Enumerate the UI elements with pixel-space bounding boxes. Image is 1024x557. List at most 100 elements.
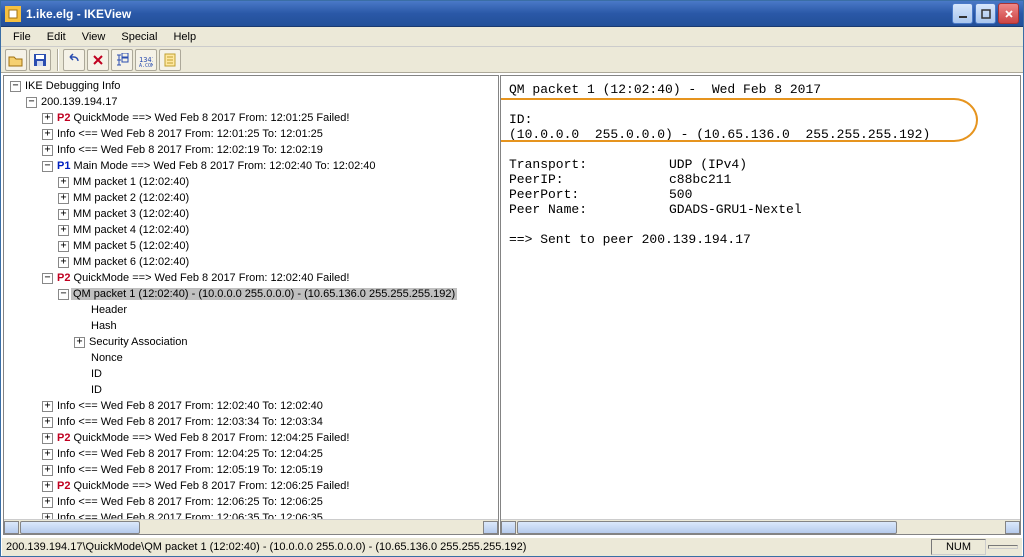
scroll-thumb[interactable] — [20, 521, 140, 534]
tree-item[interactable]: +MM packet 3 (12:02:40) — [6, 206, 496, 222]
scroll-right-icon[interactable] — [483, 521, 498, 534]
tree-item[interactable]: Header — [6, 302, 496, 318]
detail-id-value: (10.0.0.0 255.0.0.0) - (10.65.136.0 255.… — [509, 127, 930, 142]
expand-icon[interactable]: + — [42, 481, 53, 492]
tree-item-label: P2 QuickMode ==> Wed Feb 8 2017 From: 12… — [55, 272, 351, 284]
window-title: 1.ike.elg - IKEView — [26, 7, 950, 21]
tree-item-label: Info <== Wed Feb 8 2017 From: 12:04:25 T… — [55, 448, 325, 460]
tree-item-label: QM packet 1 (12:02:40) - (10.0.0.0 255.0… — [71, 288, 457, 300]
notes-button[interactable] — [159, 49, 181, 71]
status-path: 200.139.194.17\QuickMode\QM packet 1 (12… — [6, 541, 929, 553]
expand-icon[interactable]: + — [58, 193, 69, 204]
tree-item-label: MM packet 3 (12:02:40) — [71, 208, 191, 220]
tree-item-label: MM packet 6 (12:02:40) — [71, 256, 191, 268]
expand-icon[interactable]: + — [42, 113, 53, 124]
tree-item-label: P2 QuickMode ==> Wed Feb 8 2017 From: 12… — [55, 112, 351, 124]
menu-edit[interactable]: Edit — [39, 29, 74, 45]
tree-item-label: P2 QuickMode ==> Wed Feb 8 2017 From: 12… — [55, 480, 351, 492]
tree-item[interactable]: ID — [6, 366, 496, 382]
expand-icon[interactable]: + — [42, 449, 53, 460]
tree-item-label: Info <== Wed Feb 8 2017 From: 12:02:19 T… — [55, 144, 325, 156]
tree-item[interactable]: +MM packet 2 (12:02:40) — [6, 190, 496, 206]
tree-item-label: Info <== Wed Feb 8 2017 From: 12:03:34 T… — [55, 416, 325, 428]
menu-bar: File Edit View Special Help — [1, 27, 1023, 47]
expand-icon[interactable]: + — [42, 497, 53, 508]
expand-icon[interactable]: + — [58, 209, 69, 220]
status-empty — [988, 545, 1018, 549]
tree-ip[interactable]: − 200.139.194.17 — [6, 94, 496, 110]
expand-icon[interactable]: + — [42, 129, 53, 140]
tree-root-label: IKE Debugging Info — [23, 80, 122, 92]
expand-icon[interactable]: − — [10, 81, 21, 92]
tree-item[interactable]: ID — [6, 382, 496, 398]
expand-icon[interactable]: + — [42, 145, 53, 156]
save-button[interactable] — [29, 49, 51, 71]
tree-item-label: P2 QuickMode ==> Wed Feb 8 2017 From: 12… — [55, 432, 351, 444]
scroll-left-icon[interactable] — [4, 521, 19, 534]
undo-button[interactable] — [63, 49, 85, 71]
tree-item[interactable]: +Info <== Wed Feb 8 2017 From: 12:06:25 … — [6, 494, 496, 510]
tree[interactable]: − IKE Debugging Info − 200.139.194.17 +P… — [4, 76, 498, 534]
expand-icon[interactable]: + — [74, 337, 85, 348]
tree-item-label: Info <== Wed Feb 8 2017 From: 12:06:25 T… — [55, 496, 325, 508]
expand-icon[interactable]: + — [42, 433, 53, 444]
tree-item-label: ID — [89, 368, 104, 380]
tree-item[interactable]: +P2 QuickMode ==> Wed Feb 8 2017 From: 1… — [6, 430, 496, 446]
h-scrollbar[interactable] — [4, 519, 498, 534]
tree-item[interactable]: −P1 Main Mode ==> Wed Feb 8 2017 From: 1… — [6, 158, 496, 174]
expand-icon[interactable]: + — [58, 225, 69, 236]
expand-icon[interactable]: + — [42, 465, 53, 476]
tree-item[interactable]: +P2 QuickMode ==> Wed Feb 8 2017 From: 1… — [6, 110, 496, 126]
tree-item[interactable]: +Security Association — [6, 334, 496, 350]
menu-special[interactable]: Special — [113, 29, 165, 45]
expand-icon[interactable]: − — [42, 273, 53, 284]
tree-item-label: Hash — [89, 320, 119, 332]
tree-item[interactable]: +Info <== Wed Feb 8 2017 From: 12:03:34 … — [6, 414, 496, 430]
expand-icon[interactable]: + — [42, 401, 53, 412]
goto-button[interactable]: 1341A.COM — [135, 49, 157, 71]
tree-item-label: Info <== Wed Feb 8 2017 From: 12:01:25 T… — [55, 128, 325, 140]
tree-item[interactable]: +MM packet 6 (12:02:40) — [6, 254, 496, 270]
delete-button[interactable] — [87, 49, 109, 71]
scroll-thumb[interactable] — [517, 521, 897, 534]
menu-help[interactable]: Help — [165, 29, 204, 45]
tree-button[interactable] — [111, 49, 133, 71]
tree-item[interactable]: +Info <== Wed Feb 8 2017 From: 12:02:19 … — [6, 142, 496, 158]
tree-item-label: MM packet 1 (12:02:40) — [71, 176, 191, 188]
tree-item[interactable]: +Info <== Wed Feb 8 2017 From: 12:05:19 … — [6, 462, 496, 478]
maximize-button[interactable] — [975, 3, 996, 24]
tree-item[interactable]: +MM packet 5 (12:02:40) — [6, 238, 496, 254]
h-scrollbar[interactable] — [501, 519, 1020, 534]
tree-item[interactable]: +Info <== Wed Feb 8 2017 From: 12:02:40 … — [6, 398, 496, 414]
expand-icon[interactable]: + — [58, 257, 69, 268]
tree-item[interactable]: +MM packet 4 (12:02:40) — [6, 222, 496, 238]
tree-item-label: 200.139.194.17 — [39, 96, 119, 108]
status-num: NUM — [931, 539, 986, 555]
tree-item-label: Info <== Wed Feb 8 2017 From: 12:02:40 T… — [55, 400, 325, 412]
expand-icon[interactable]: + — [42, 417, 53, 428]
tree-item[interactable]: +MM packet 1 (12:02:40) — [6, 174, 496, 190]
open-button[interactable] — [5, 49, 27, 71]
detail-kv: PeerIP:c88bc211 — [509, 172, 731, 187]
tree-item-selected[interactable]: − QM packet 1 (12:02:40) - (10.0.0.0 255… — [6, 286, 496, 302]
minimize-button[interactable] — [952, 3, 973, 24]
expand-icon[interactable]: − — [26, 97, 37, 108]
expand-icon[interactable]: + — [58, 241, 69, 252]
tree-item[interactable]: +Info <== Wed Feb 8 2017 From: 12:04:25 … — [6, 446, 496, 462]
close-button[interactable] — [998, 3, 1019, 24]
menu-file[interactable]: File — [5, 29, 39, 45]
tree-item[interactable]: − P2 QuickMode ==> Wed Feb 8 2017 From: … — [6, 270, 496, 286]
tree-item-label: Header — [89, 304, 129, 316]
tree-item[interactable]: Hash — [6, 318, 496, 334]
expand-icon[interactable]: − — [42, 161, 53, 172]
tree-item[interactable]: +Info <== Wed Feb 8 2017 From: 12:01:25 … — [6, 126, 496, 142]
scroll-right-icon[interactable] — [1005, 521, 1020, 534]
tree-root[interactable]: − IKE Debugging Info — [6, 78, 496, 94]
tree-item[interactable]: Nonce — [6, 350, 496, 366]
expand-icon[interactable]: − — [58, 289, 69, 300]
scroll-left-icon[interactable] — [501, 521, 516, 534]
expand-icon[interactable]: + — [58, 177, 69, 188]
menu-view[interactable]: View — [74, 29, 114, 45]
tree-item-label: ID — [89, 384, 104, 396]
tree-item[interactable]: +P2 QuickMode ==> Wed Feb 8 2017 From: 1… — [6, 478, 496, 494]
